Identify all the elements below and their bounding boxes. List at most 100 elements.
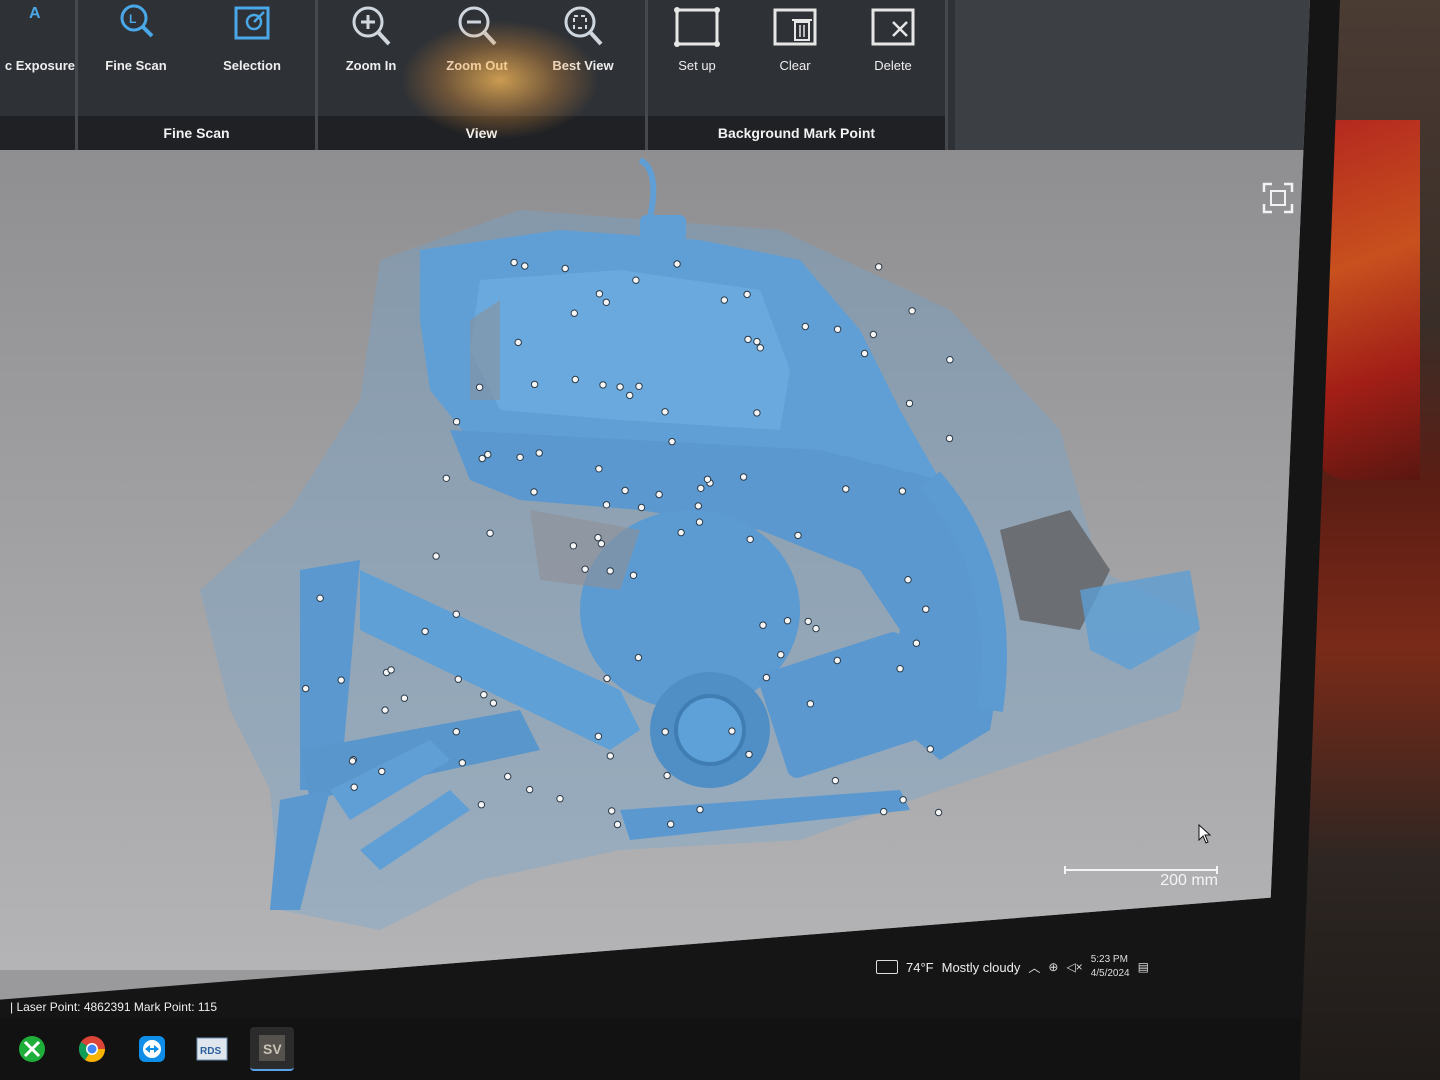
ribbon-group-fine-scan: L Fine Scan Selection Fine Scan <box>78 0 318 150</box>
mark-point <box>504 772 512 781</box>
mark-point <box>595 465 603 473</box>
volume-muted-icon[interactable]: ◁× <box>1066 960 1082 974</box>
clock[interactable]: 5:23 PM 4/5/2024 <box>1091 953 1130 981</box>
mark-point <box>756 344 764 352</box>
mark-point <box>556 795 564 803</box>
mark-point <box>899 796 907 804</box>
mark-point <box>739 473 748 481</box>
exposure-label: c Exposure <box>4 58 75 73</box>
weather-widget-icon[interactable] <box>876 960 898 974</box>
scan-counts-status: | Laser Point: 4862391 Mark Point: 115 <box>10 1000 218 1014</box>
mark-point <box>608 807 616 815</box>
mark-point <box>454 675 462 683</box>
ribbon-group-background-mark-point: Set up Clear Delete Background Mark Poin… <box>648 0 948 150</box>
mark-point <box>946 356 954 364</box>
clock-date: 4/5/2024 <box>1090 968 1130 979</box>
xbox-taskbar-button[interactable] <box>10 1027 54 1071</box>
svg-text:L: L <box>129 12 136 26</box>
mark-point <box>762 673 771 682</box>
mark-point <box>350 783 358 791</box>
selection-button[interactable]: Selection <box>194 0 310 116</box>
zoom-out-icon <box>458 6 497 46</box>
clear-label: Clear <box>779 58 811 73</box>
mark-point <box>526 785 534 794</box>
mark-point <box>831 776 840 785</box>
exposure-icon: A <box>29 5 41 22</box>
teamviewer-taskbar-button[interactable] <box>130 1027 174 1071</box>
fine-scan-button[interactable]: L Fine Scan <box>78 0 194 116</box>
mark-point <box>302 684 310 693</box>
delete-marks-icon <box>871 8 915 46</box>
mark-point <box>926 745 934 753</box>
mark-point <box>875 263 883 271</box>
delete-button[interactable]: Delete <box>844 0 942 116</box>
network-icon[interactable]: ⊕ <box>1048 960 1058 974</box>
chevron-up-icon[interactable]: ︿ <box>1028 959 1040 976</box>
mark-point <box>806 700 815 708</box>
best-view-button[interactable]: Best View <box>530 0 636 116</box>
mark-point <box>753 337 761 346</box>
chrome-taskbar-button[interactable] <box>70 1027 114 1071</box>
best-view-label: Best View <box>552 58 614 73</box>
best-view-icon <box>564 6 603 46</box>
mark-point <box>945 434 954 443</box>
mark-point <box>833 325 842 334</box>
scanner-app-taskbar-button[interactable]: SV <box>250 1027 294 1071</box>
mark-point <box>703 475 712 483</box>
mark-point <box>626 391 634 400</box>
svg-text:A: A <box>29 5 41 22</box>
mark-point <box>783 617 792 625</box>
mark-point <box>602 501 611 509</box>
mark-point <box>442 474 450 482</box>
mark-point <box>571 375 579 384</box>
mark-point <box>728 727 736 735</box>
mark-point <box>484 450 492 459</box>
selection-status: | No data selected <box>688 948 777 960</box>
3d-viewport[interactable] <box>0 150 1310 970</box>
fit-screen-icon[interactable] <box>1262 182 1294 214</box>
mark-point <box>530 380 539 389</box>
mark-point <box>898 487 907 495</box>
setup-button[interactable]: Set up <box>648 0 746 116</box>
mark-point <box>521 262 529 270</box>
exposure-button[interactable]: A c Exposure <box>0 0 75 116</box>
mark-point <box>745 750 753 759</box>
mark-point <box>477 801 486 809</box>
mark-point <box>569 542 578 550</box>
notifications-icon[interactable]: ▤ <box>1138 960 1149 974</box>
mark-point <box>570 309 578 317</box>
mark-point <box>337 676 345 684</box>
mark-point <box>720 296 728 304</box>
mark-point <box>842 485 850 493</box>
mark-point <box>673 260 681 268</box>
mark-point <box>606 567 614 575</box>
weather-temperature[interactable]: 74°F <box>906 960 934 975</box>
mark-point <box>677 528 685 537</box>
ribbon-empty-area <box>955 0 1310 150</box>
ribbon-group-view: Zoom In Zoom Out Best View View <box>318 0 648 150</box>
mark-point <box>599 381 607 389</box>
zoom-out-button[interactable]: Zoom Out <box>424 0 530 116</box>
weather-description[interactable]: Mostly cloudy <box>942 960 1021 975</box>
mark-point <box>458 759 466 767</box>
mark-point <box>759 621 767 629</box>
mark-point <box>535 449 543 457</box>
ribbon-group-exposure: A c Exposure <box>0 0 78 150</box>
mark-point <box>746 535 754 543</box>
mark-point <box>432 552 440 560</box>
mark-point <box>452 728 460 736</box>
motorcycle-scan-mesh <box>200 157 1200 930</box>
rds-taskbar-button[interactable]: RDS <box>190 1027 234 1071</box>
mark-point <box>743 290 751 299</box>
clear-button[interactable]: Clear <box>746 0 844 116</box>
mark-point <box>812 624 820 633</box>
fine-scan-icon: L <box>120 4 154 38</box>
mark-point <box>912 639 921 647</box>
mark-point <box>896 665 904 673</box>
mark-point <box>697 484 705 492</box>
mark-point <box>514 338 522 347</box>
mark-point <box>595 290 604 298</box>
mark-point <box>381 706 389 714</box>
zoom-in-button[interactable]: Zoom In <box>318 0 424 116</box>
mark-point <box>904 576 912 584</box>
